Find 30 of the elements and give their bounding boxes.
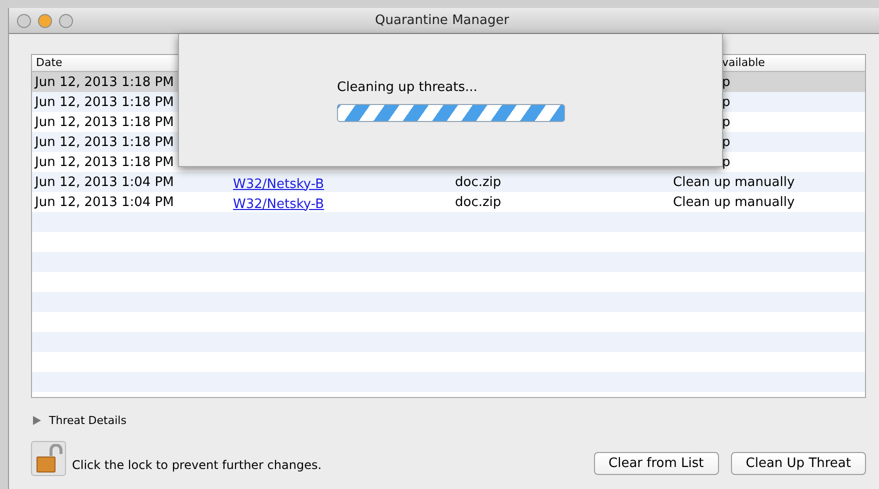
padlock-icon[interactable] [31, 441, 66, 476]
zoom-button[interactable] [59, 14, 73, 28]
threat-link[interactable]: W32/Netsky-B [233, 176, 324, 192]
date-cell-text: Jun 12, 2013 1:04 PM [33, 174, 175, 190]
minimize-button[interactable] [38, 14, 52, 28]
threat-details-label: Threat Details [49, 414, 126, 427]
action-cell-text: Clean up manually [672, 194, 796, 210]
action-cell-text: p [721, 94, 732, 110]
date-cell-text: Jun 12, 2013 1:18 PM [33, 94, 175, 110]
action-cell-text: p [721, 74, 732, 90]
action-button[interactable]: Clean Up Threat [730, 452, 866, 475]
date-cell-text: Jun 12, 2013 1:18 PM [33, 114, 175, 130]
close-button[interactable] [17, 14, 31, 28]
action-cell-text: p [721, 134, 732, 150]
action-cell-text: p [721, 114, 732, 130]
filename-cell-text: doc.zip [454, 174, 502, 190]
action-button[interactable]: Clear from List [594, 452, 719, 475]
threat-link[interactable]: W32/Netsky-B [233, 196, 324, 212]
action-cell-text: Clean up manually [672, 174, 796, 190]
progress-message: Cleaning up threats... [337, 80, 478, 95]
table-row[interactable]: Jun 12, 2013 1:04 PM W32/Netsky-B doc.zip Clean up manually [32, 172, 865, 192]
date-cell-text: Jun 12, 2013 1:18 PM [33, 154, 175, 170]
disclosure-triangle-icon[interactable] [33, 416, 41, 425]
date-cell-text: Jun 12, 2013 1:18 PM [33, 134, 175, 150]
window-title: Quarantine Manager [375, 13, 510, 28]
action-cell-text: p [721, 154, 732, 170]
date-cell-text: Jun 12, 2013 1:18 PM [33, 74, 175, 90]
date-cell-text: Jun 12, 2013 1:04 PM [33, 194, 175, 210]
lock-hint-text: Click the lock to prevent further changes. [72, 458, 322, 472]
filename-cell-text: doc.zip [454, 194, 502, 210]
